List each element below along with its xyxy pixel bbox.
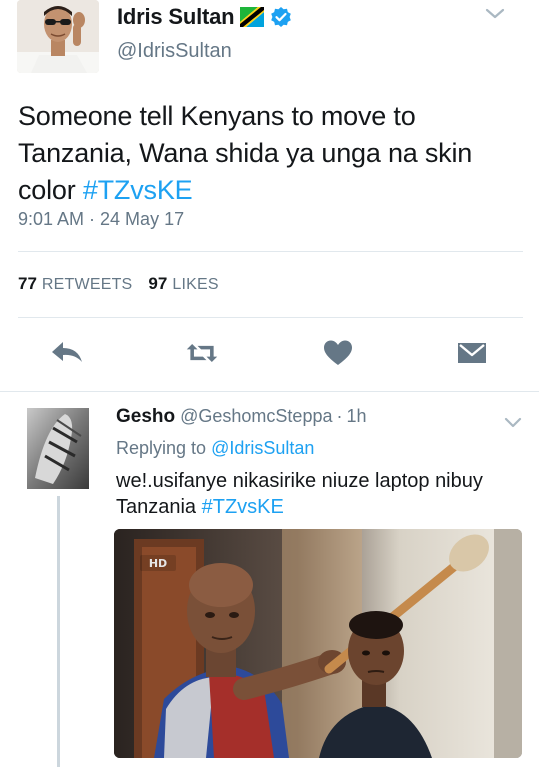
like-button[interactable]: [321, 338, 355, 368]
chevron-down-icon[interactable]: [503, 416, 523, 430]
likes-label[interactable]: LIKES: [172, 276, 218, 294]
replying-to: Replying to @IdrisSultan: [116, 438, 314, 459]
reply-text: we!.usifanye nikasirike niuze laptop nib…: [116, 468, 526, 520]
tweet-text: Someone tell Kenyans to move to Tanzania…: [18, 98, 523, 209]
divider: [18, 251, 523, 252]
display-name[interactable]: Idris Sultan: [117, 4, 235, 30]
likes-count[interactable]: 97: [148, 274, 167, 294]
divider: [18, 317, 523, 318]
reply-handle[interactable]: @GeshomcSteppa: [180, 406, 332, 427]
retweet-button[interactable]: [185, 338, 219, 368]
avatar[interactable]: [17, 0, 99, 73]
avatar-image: [17, 0, 99, 73]
reply-tweet[interactable]: Gesho @GeshomcSteppa · 1h Replying to @I…: [0, 392, 539, 767]
retweets-label[interactable]: RETWEETS: [42, 276, 133, 294]
media-watermark: HD: [149, 557, 167, 570]
reply-separator: ·: [336, 406, 343, 426]
replying-to-mention[interactable]: @IdrisSultan: [211, 438, 314, 458]
handle[interactable]: @IdrisSultan: [117, 40, 232, 63]
reply-button[interactable]: [50, 338, 84, 368]
reply-avatar[interactable]: [27, 408, 89, 489]
reply-text-body: we!.usifanye nikasirike niuze laptop nib…: [116, 470, 483, 518]
media-photo: HD: [114, 529, 522, 758]
hashtag-link[interactable]: #TZvsKE: [83, 175, 193, 205]
display-name-row: Idris Sultan: [117, 4, 292, 30]
retweet-icon: [186, 344, 218, 362]
direct-message-button[interactable]: [455, 338, 489, 368]
retweets-count[interactable]: 77: [18, 274, 37, 294]
stats-row: 77 RETWEETS 97 LIKES: [18, 274, 235, 294]
main-tweet: Idris Sultan @IdrisSultan Someone tell K…: [0, 0, 539, 392]
reply-header: Gesho @GeshomcSteppa · 1h: [116, 406, 367, 428]
chevron-down-icon[interactable]: [484, 6, 506, 22]
thread-line: [57, 496, 60, 767]
verified-badge-icon: [270, 6, 292, 28]
reply-time[interactable]: 1h: [346, 406, 366, 427]
tanzania-flag-icon: [240, 7, 265, 27]
like-icon: [324, 340, 352, 365]
reply-display-name[interactable]: Gesho: [116, 406, 175, 428]
reply-media-image[interactable]: HD: [114, 529, 522, 758]
direct-message-icon: [458, 343, 486, 363]
reply-icon: [52, 342, 82, 362]
replying-to-prefix: Replying to: [116, 438, 212, 458]
reply-hashtag-link[interactable]: #TZvsKE: [202, 496, 284, 518]
reply-avatar-image: [27, 408, 89, 489]
timestamp[interactable]: 9:01 AM · 24 May 17: [18, 209, 184, 230]
